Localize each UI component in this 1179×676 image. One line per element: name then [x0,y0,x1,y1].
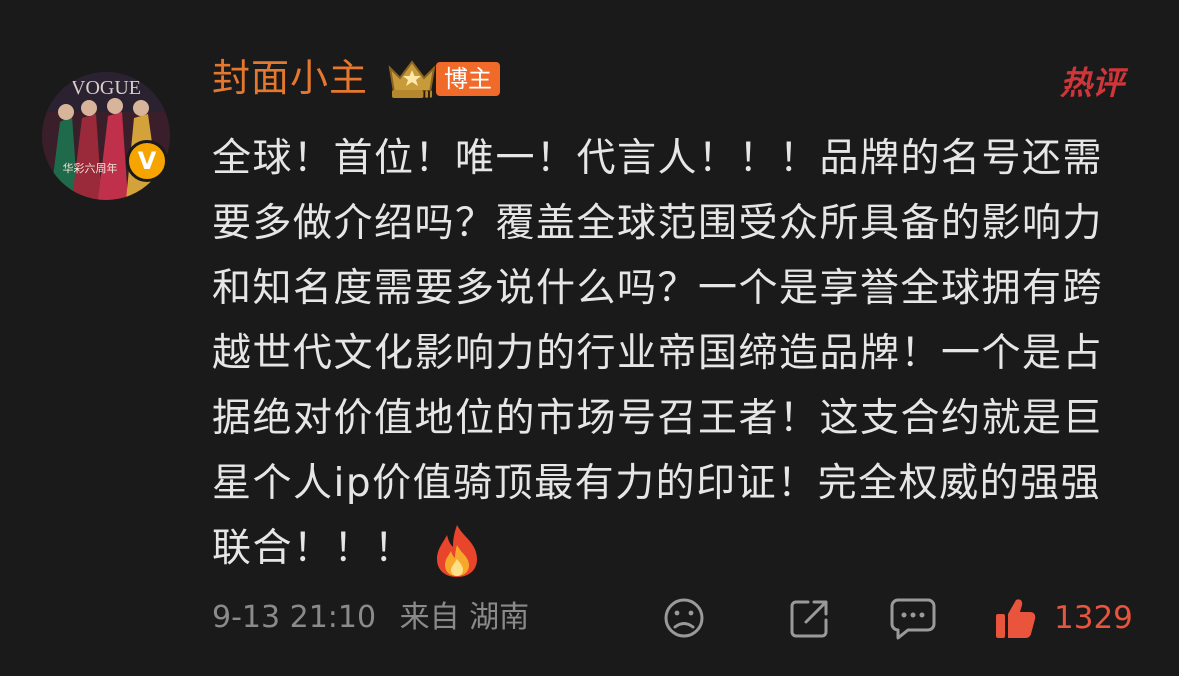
username[interactable]: 封面小主 [212,54,368,102]
crown-level-icon[interactable]: III [386,56,438,100]
avatar-caption-text: 华彩六周年 [63,161,118,175]
hot-comment-label: 热评 [1060,64,1125,102]
sad-face-icon[interactable] [662,596,706,640]
post-meta: 9-13 21:10 来自 湖南 [212,596,529,640]
fire-emoji-icon [436,524,477,577]
share-icon[interactable] [788,596,832,640]
like-count[interactable]: 1329 [1054,596,1133,640]
post-text: 全球！首位！唯一！代言人！！！品牌的名号还需要多做介绍吗？覆盖全球范围受众所具备… [212,126,1132,581]
level-numeral: III [422,90,436,100]
avatar-magazine-text: VOGUE [71,77,141,99]
verified-badge-icon: V [126,140,168,182]
timestamp: 9-13 21:10 [212,600,377,635]
source-location: 来自 湖南 [399,600,530,635]
post-text-body: 全球！首位！唯一！代言人！！！品牌的名号还需要多做介绍吗？覆盖全球范围受众所具备… [212,136,1104,571]
comment-icon[interactable] [890,596,936,640]
blogger-tag: 博主 [436,62,500,96]
thumbs-up-icon[interactable] [994,596,1036,640]
